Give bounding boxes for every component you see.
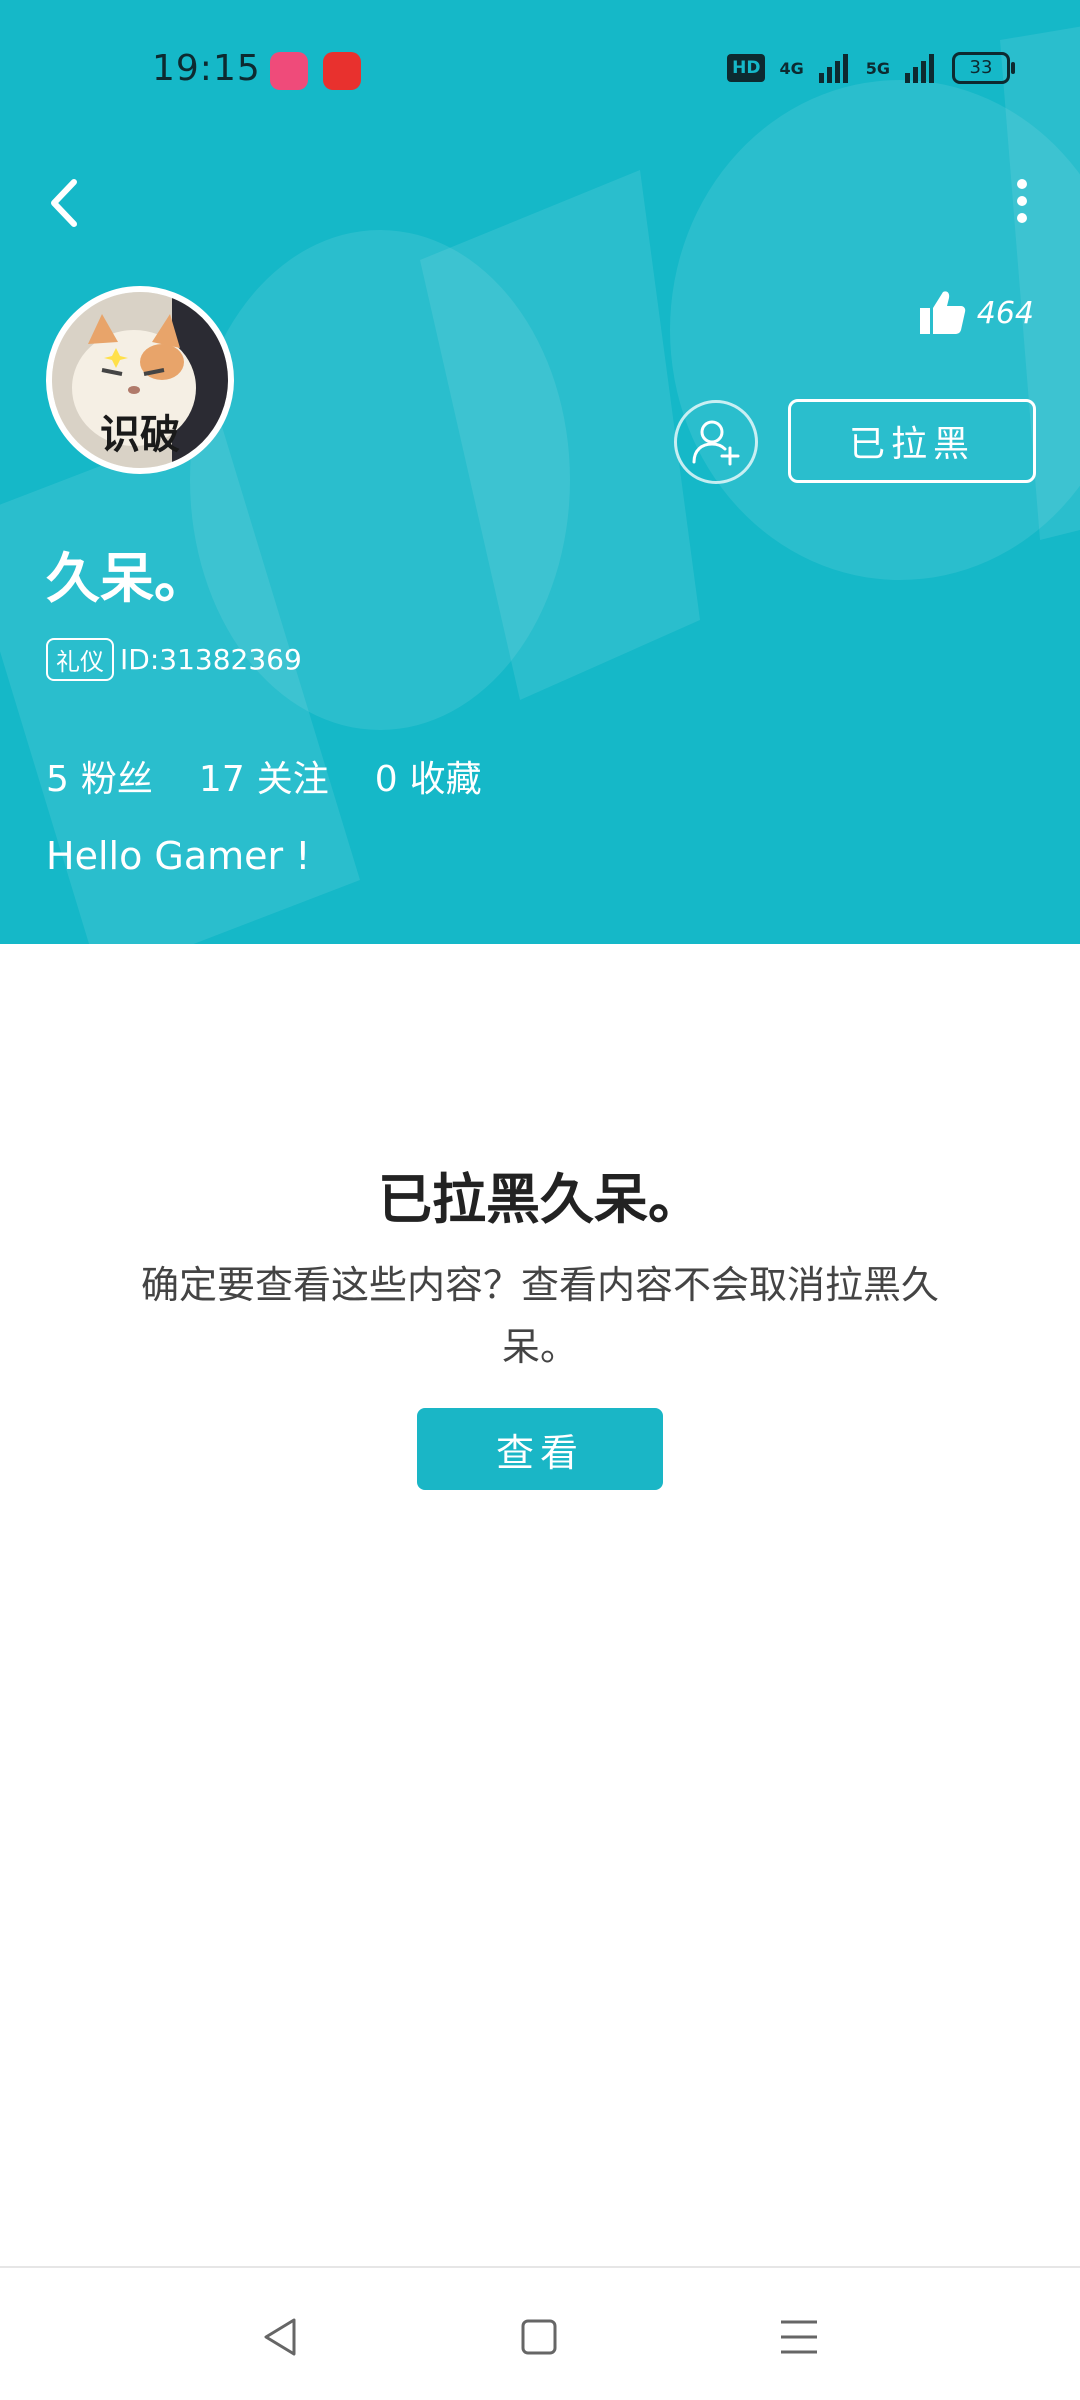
- likes-counter[interactable]: 464: [917, 288, 1034, 338]
- hd-icon: HD: [727, 54, 766, 82]
- nav-recents-icon[interactable]: [774, 2312, 824, 2362]
- profile-header: 19:15 HD 4G 5G 33 464 识破 已拉黑 久呆。 礼仪 ID:3…: [0, 0, 1080, 944]
- battery-icon: 33: [952, 52, 1015, 84]
- stat-label: 粉丝: [80, 759, 153, 800]
- nav-home-icon[interactable]: [514, 2312, 564, 2362]
- stat-label: 收藏: [409, 759, 482, 800]
- username: 久呆。: [46, 547, 208, 610]
- profile-screen: 19:15 HD 4G 5G 33 464 识破 已拉黑 久呆。 礼仪 ID:3…: [0, 0, 1080, 2400]
- avatar-caption: 识破: [100, 412, 180, 458]
- back-arrow-icon[interactable]: [38, 168, 94, 238]
- signal-bars-icon: [905, 54, 934, 83]
- nav-back-icon[interactable]: [256, 2312, 306, 2362]
- app-notification-icon: [270, 52, 308, 90]
- blocked-notice-description: 确定要查看这些内容？查看内容不会取消拉黑久呆。: [140, 1263, 939, 1369]
- blocked-button[interactable]: 已拉黑: [788, 399, 1036, 483]
- more-vertical-icon[interactable]: [994, 168, 1050, 238]
- user-tag-badge: 礼仪: [46, 638, 114, 681]
- thumbs-up-icon: [919, 291, 965, 334]
- signal-4g-icon: 4G: [779, 58, 804, 78]
- likes-count: 464: [976, 295, 1034, 331]
- stat-fans[interactable]: 5 粉丝: [46, 750, 153, 802]
- stat-favorites[interactable]: 0 收藏: [375, 750, 482, 802]
- stat-value: 5: [46, 759, 69, 800]
- view-content-button[interactable]: 查看: [417, 1408, 663, 1490]
- signal-5g-icon: 5G: [865, 58, 890, 78]
- music-app-notification-icon: [323, 52, 361, 90]
- user-id-row: 礼仪 ID:31382369: [46, 638, 302, 681]
- follow-button[interactable]: [674, 400, 758, 484]
- add-user-icon: [692, 420, 740, 466]
- user-id: ID:31382369: [120, 643, 302, 676]
- user-bio: Hello Gamer !: [46, 834, 311, 878]
- status-icons: HD 4G 5G 33: [727, 52, 1015, 84]
- profile-stats: 5 粉丝 17 关注 0 收藏: [46, 750, 482, 802]
- status-time: 19:15: [152, 48, 261, 89]
- avatar[interactable]: 识破: [46, 286, 234, 474]
- stat-value: 0: [374, 759, 398, 800]
- stat-label: 关注: [256, 759, 329, 800]
- blocked-notice-title: 已拉黑久呆。: [378, 1168, 702, 1231]
- system-navigation-bar: [0, 2266, 1080, 2400]
- stat-following[interactable]: 17 关注: [199, 750, 329, 802]
- signal-bars-icon: [818, 54, 848, 83]
- stat-value: 17: [198, 759, 245, 800]
